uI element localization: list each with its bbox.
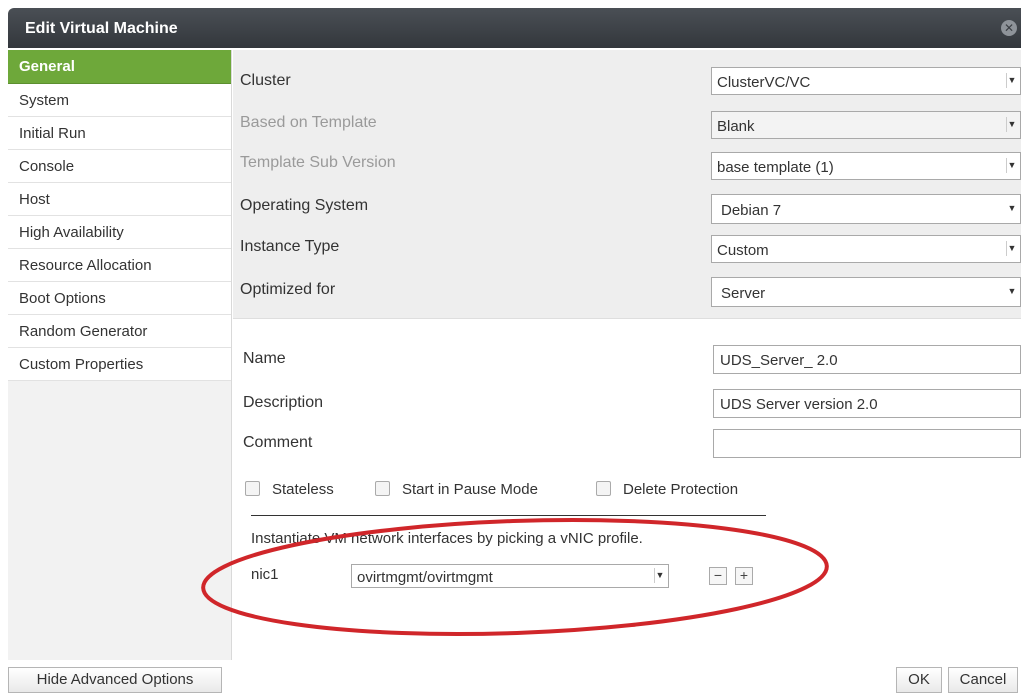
chevron-down-icon: ▼ (1006, 158, 1017, 173)
cluster-label: Cluster (240, 72, 291, 89)
sidebar-item-boot-options[interactable]: Boot Options (8, 282, 231, 315)
sub-version-value: base template (1) (717, 159, 834, 176)
optimized-label: Optimized for (240, 281, 336, 298)
sidebar-item-random-generator[interactable]: Random Generator (8, 315, 231, 348)
sub-version-select[interactable]: base template (1) ▼ (711, 152, 1021, 180)
name-field[interactable]: UDS_Server_ 2.0 (713, 345, 1021, 374)
name-label: Name (243, 350, 286, 367)
instance-type-select[interactable]: Custom ▼ (711, 235, 1021, 263)
chevron-down-icon: ▼ (1007, 203, 1017, 213)
dialog-title: Edit Virtual Machine (25, 20, 178, 37)
description-label: Description (243, 394, 324, 411)
template-value: Blank (717, 118, 755, 135)
chevron-down-icon: ▼ (1006, 73, 1017, 88)
close-icon[interactable]: ✕ (1001, 20, 1017, 36)
cluster-value: ClusterVC/VC (717, 74, 811, 91)
sidebar-item-custom-properties[interactable]: Custom Properties (8, 348, 231, 381)
ok-button[interactable]: OK (896, 667, 942, 693)
checkbox-icon[interactable] (596, 481, 611, 496)
annotation-ellipse (201, 517, 829, 637)
optimized-value: Server (721, 285, 766, 302)
os-value: Debian 7 (721, 202, 782, 219)
sidebar-item-console[interactable]: Console (8, 150, 231, 183)
cluster-select[interactable]: ClusterVC/VC ▼ (711, 67, 1021, 95)
delete-protection-label: Delete Protection (623, 481, 739, 498)
name-value: UDS_Server_ 2.0 (720, 352, 838, 369)
checkbox-icon[interactable] (245, 481, 260, 496)
description-value: UDS Server version 2.0 (720, 396, 878, 413)
template-label: Based on Template (240, 114, 377, 131)
checkbox-icon[interactable] (375, 481, 390, 496)
cancel-button[interactable]: Cancel (948, 667, 1018, 693)
sidebar-item-general[interactable]: General (8, 50, 231, 84)
instance-type-label: Instance Type (240, 238, 340, 255)
comment-label: Comment (243, 434, 313, 451)
sidebar-item-resource-allocation[interactable]: Resource Allocation (8, 249, 231, 282)
comment-field[interactable] (713, 429, 1021, 458)
template-select[interactable]: Blank ▼ (711, 111, 1021, 139)
stateless-checkbox[interactable]: Stateless (245, 481, 334, 498)
hide-advanced-options-button[interactable]: Hide Advanced Options (8, 667, 222, 693)
chevron-down-icon: ▼ (1006, 241, 1017, 256)
dialog-titlebar: Edit Virtual Machine ✕ (8, 8, 1021, 48)
sub-version-label: Template Sub Version (240, 154, 396, 171)
sidebar-item-initial-run[interactable]: Initial Run (8, 117, 231, 150)
stateless-label: Stateless (272, 481, 334, 498)
chevron-down-icon: ▼ (1007, 286, 1017, 296)
sidebar-item-host[interactable]: Host (8, 183, 231, 216)
pause-mode-label: Start in Pause Mode (402, 481, 538, 498)
chevron-down-icon: ▼ (1006, 117, 1017, 132)
sidebar-item-high-availability[interactable]: High Availability (8, 216, 231, 249)
os-label: Operating System (240, 197, 369, 214)
os-select[interactable]: Debian 7 ▼ (711, 194, 1021, 224)
instance-type-value: Custom (717, 242, 769, 259)
description-field[interactable]: UDS Server version 2.0 (713, 389, 1021, 418)
sidebar-item-system[interactable]: System (8, 84, 231, 117)
optimized-select[interactable]: Server ▼ (711, 277, 1021, 307)
pause-mode-checkbox[interactable]: Start in Pause Mode (375, 481, 538, 498)
delete-protection-checkbox[interactable]: Delete Protection (596, 481, 738, 498)
